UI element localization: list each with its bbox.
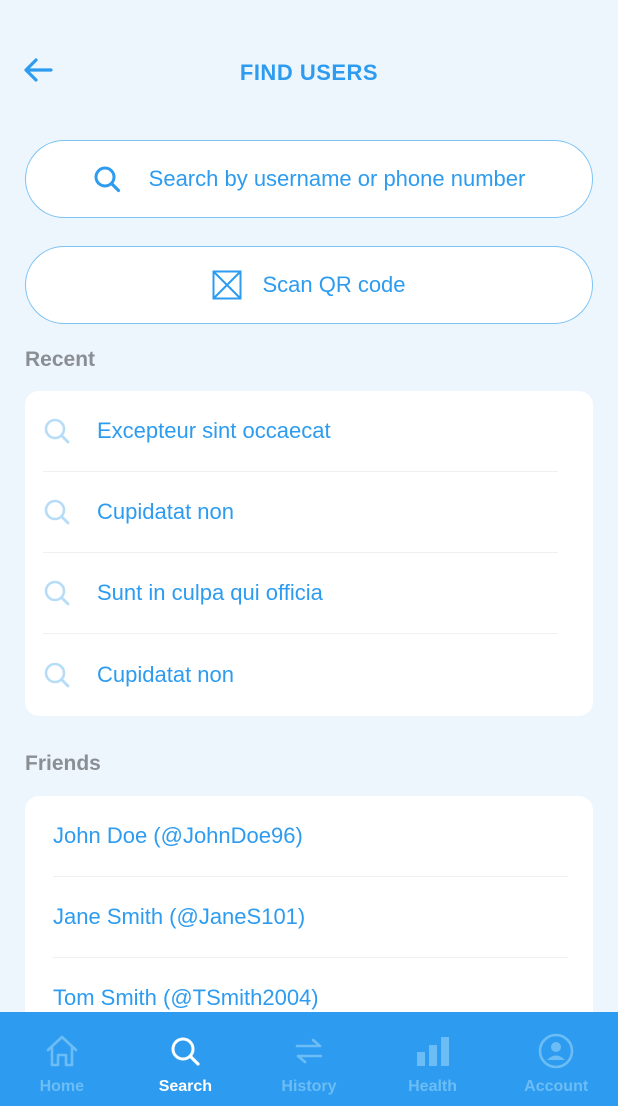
friends-section-title: Friends <box>25 752 101 775</box>
recent-item-label: Sunt in culpa qui officia <box>97 580 323 605</box>
recent-item-label: Excepteur sint occaecat <box>97 418 331 443</box>
search-icon <box>43 579 73 607</box>
tab-label: Health <box>408 1078 458 1095</box>
search-icon <box>43 417 73 445</box>
tab-health[interactable]: Health <box>371 1012 495 1106</box>
tab-label: Home <box>39 1078 85 1095</box>
qr-code-icon <box>212 270 242 300</box>
recent-item[interactable]: Cupidatat non <box>43 634 558 715</box>
recent-section-title: Recent <box>25 348 96 371</box>
search-placeholder: Search by username or phone number <box>148 166 526 191</box>
recent-item[interactable]: Excepteur sint occaecat <box>43 391 558 472</box>
find-users-screen: FIND USERS Search by username or phone n… <box>0 0 618 1106</box>
tab-history[interactable]: History <box>247 1012 371 1106</box>
recent-item[interactable]: Sunt in culpa qui officia <box>43 553 558 634</box>
search-input[interactable]: Search by username or phone number <box>25 140 593 218</box>
search-icon <box>43 498 73 526</box>
scan-qr-button[interactable]: Scan QR code <box>25 246 593 324</box>
tab-label: History <box>281 1078 337 1095</box>
friend-item[interactable]: John Doe (@JohnDoe96) <box>53 796 568 877</box>
tab-label: Search <box>158 1078 213 1095</box>
tab-search[interactable]: Search <box>124 1012 248 1106</box>
transfer-arrows-icon <box>294 1032 324 1070</box>
recent-item[interactable]: Cupidatat non <box>43 472 558 553</box>
recent-list: Excepteur sint occaecat Cupidatat non Su… <box>25 391 593 716</box>
tab-account[interactable]: Account <box>494 1012 618 1106</box>
recent-item-label: Cupidatat non <box>97 499 234 524</box>
scan-qr-label: Scan QR code <box>262 272 406 297</box>
bottom-tab-bar: Home Search History Health Account <box>0 1012 618 1106</box>
tab-label: Account <box>524 1078 589 1095</box>
user-circle-icon <box>538 1032 574 1070</box>
recent-item-label: Cupidatat non <box>97 661 234 687</box>
tab-home[interactable]: Home <box>0 1012 124 1106</box>
home-icon <box>45 1032 79 1070</box>
search-icon <box>43 661 73 689</box>
header: FIND USERS <box>0 40 618 104</box>
search-icon <box>93 165 121 193</box>
search-icon <box>169 1032 201 1070</box>
friend-item[interactable]: Jane Smith (@JaneS101) <box>53 877 568 958</box>
page-title: FIND USERS <box>239 60 379 85</box>
bar-chart-icon <box>416 1032 450 1070</box>
